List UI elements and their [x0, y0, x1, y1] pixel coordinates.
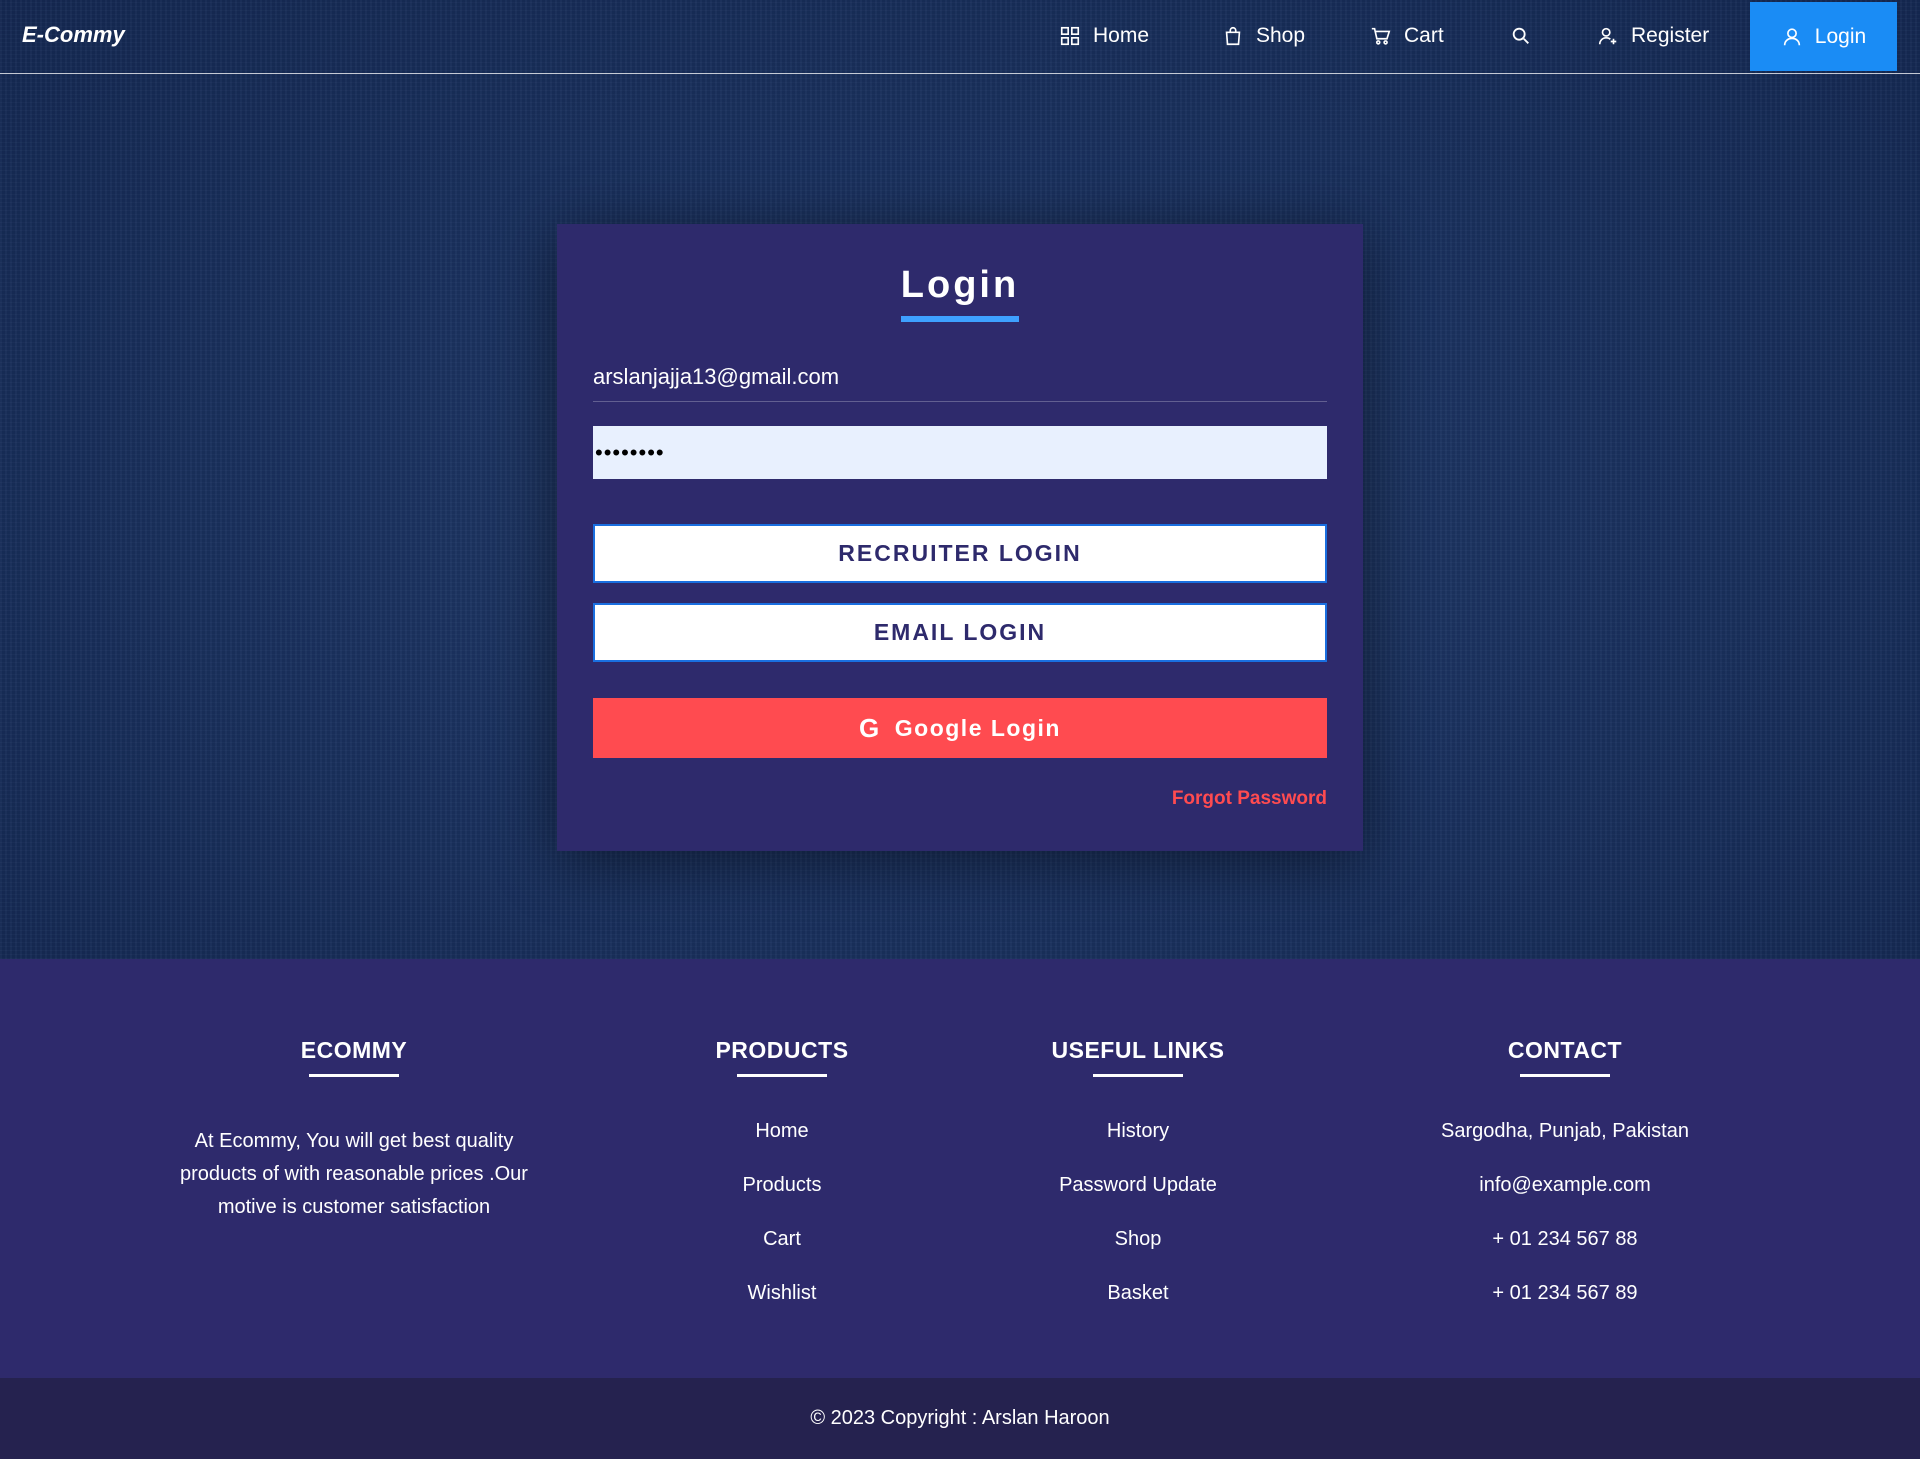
- contact-phone-1[interactable]: + 01 234 567 88: [1365, 1228, 1765, 1282]
- heading-underline: [1520, 1074, 1610, 1077]
- shopping-bag-icon: [1225, 26, 1241, 46]
- footer-col-useful-links: USEFUL LINKS History Password Update Sho…: [988, 1037, 1288, 1336]
- footer-col-contact: CONTACT Sargodha, Punjab, Pakistan info@…: [1365, 1037, 1765, 1336]
- recruiter-login-button[interactable]: RECRUITER LOGIN: [593, 524, 1327, 583]
- nav-home-label: Home: [1093, 24, 1150, 47]
- forgot-password-link[interactable]: Forgot Password: [1172, 788, 1327, 810]
- contact-phone-2[interactable]: + 01 234 567 89: [1365, 1282, 1765, 1336]
- footer-heading-ecommy: ECOMMY: [300, 1037, 408, 1063]
- google-login-button[interactable]: G Google Login: [593, 698, 1327, 758]
- footer-link-wishlist[interactable]: Wishlist: [632, 1282, 932, 1336]
- search-icon: [1512, 27, 1529, 44]
- email-login-button[interactable]: EMAIL LOGIN: [593, 603, 1327, 662]
- nav-login[interactable]: Login: [1750, 2, 1897, 71]
- footer-link-cart[interactable]: Cart: [632, 1228, 932, 1282]
- password-field[interactable]: ••••••••: [593, 426, 1327, 479]
- google-icon: G: [859, 712, 881, 743]
- footer-description: At Ecommy, You will get best quality pro…: [180, 1130, 528, 1218]
- footer: ECOMMY At Ecommy, You will get best qual…: [0, 959, 1920, 1378]
- user-icon: [1783, 27, 1800, 45]
- footer-link-home[interactable]: Home: [632, 1120, 932, 1174]
- footer-heading-products: PRODUCTS: [715, 1037, 849, 1063]
- heading-underline: [309, 1074, 399, 1077]
- user-plus-icon: [1598, 27, 1617, 45]
- footer-heading-contact: CONTACT: [1507, 1037, 1623, 1063]
- footer-link-history[interactable]: History: [988, 1120, 1288, 1174]
- nav-shop[interactable]: Shop: [1222, 0, 1305, 72]
- nav-home[interactable]: Home: [1059, 0, 1149, 72]
- nav-shop-label: Shop: [1256, 24, 1306, 47]
- footer-link-basket[interactable]: Basket: [988, 1282, 1288, 1336]
- nav-register[interactable]: Register: [1597, 0, 1709, 72]
- footer-col-ecommy: ECOMMY At Ecommy, You will get best qual…: [154, 1037, 554, 1224]
- heading-underline: [1093, 1074, 1183, 1077]
- google-login-label: Google Login: [894, 714, 1061, 741]
- footer-heading-useful-links: USEFUL LINKS: [1051, 1037, 1225, 1063]
- grid-icon: [1060, 26, 1080, 46]
- brand-logo[interactable]: E-Commy: [22, 22, 125, 48]
- email-field[interactable]: [593, 352, 1327, 402]
- copyright-bar: © 2023 Copyright : Arslan Haroon: [0, 1378, 1920, 1459]
- contact-address: Sargodha, Punjab, Pakistan: [1441, 1120, 1689, 1142]
- footer-col-products: PRODUCTS Home Products Cart Wishlist: [632, 1037, 932, 1336]
- footer-link-password-update[interactable]: Password Update: [988, 1174, 1288, 1228]
- copyright-text: © 2023 Copyright : Arslan Haroon: [810, 1407, 1110, 1429]
- nav-cart-label: Cart: [1404, 24, 1444, 47]
- heading-underline: [737, 1074, 827, 1077]
- password-mask: ••••••••: [595, 439, 665, 465]
- nav-login-label: Login: [1814, 24, 1867, 48]
- cart-icon: [1371, 27, 1391, 45]
- footer-link-shop[interactable]: Shop: [988, 1228, 1288, 1282]
- login-title: Login: [900, 264, 1020, 306]
- nav-cart[interactable]: Cart: [1370, 0, 1444, 72]
- login-card: Login •••••••• RECRUITER LOGIN EMAIL LOG…: [557, 224, 1363, 851]
- title-underline: [901, 316, 1019, 322]
- footer-link-products[interactable]: Products: [632, 1174, 932, 1228]
- nav-search[interactable]: [1510, 0, 1532, 72]
- contact-email[interactable]: info@example.com: [1365, 1174, 1765, 1228]
- navbar: E-Commy Home Shop Cart Register Login: [0, 0, 1920, 74]
- nav-register-label: Register: [1631, 24, 1710, 47]
